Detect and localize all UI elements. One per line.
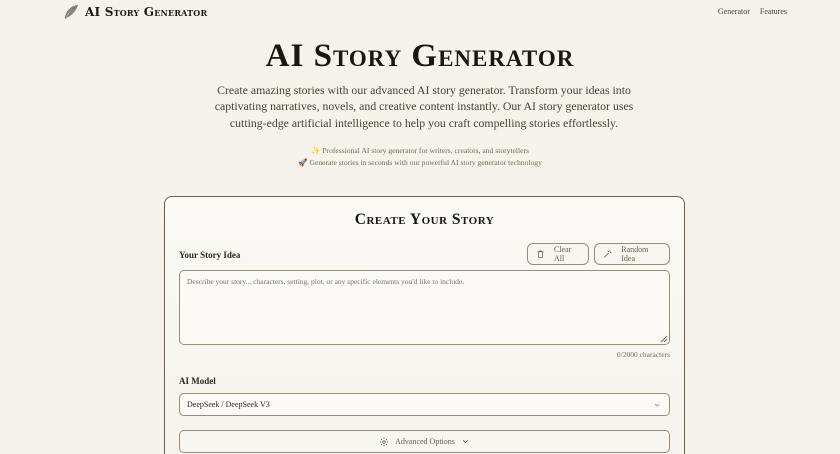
story-idea-textarea[interactable]: Describe your story... characters, setti… (179, 270, 670, 345)
logo-text: AI Story Generator (85, 5, 208, 19)
random-idea-button[interactable]: Random Idea (594, 243, 670, 265)
clear-all-button[interactable]: Clear All (527, 243, 589, 265)
hero-tag-professional: ✨ Professional AI story generator for wr… (310, 146, 529, 155)
ai-model-select[interactable]: DeepSeek / DeepSeek V3 (179, 393, 670, 416)
form-title: Create Your Story (354, 211, 495, 228)
ai-model-label: AI Model (179, 376, 216, 386)
magic-wand-icon (603, 250, 612, 258)
story-idea-placeholder: Describe your story... characters, setti… (187, 277, 465, 286)
advanced-options-label: Advanced Options (395, 437, 455, 446)
trash-icon (537, 250, 544, 258)
hero-description: Create amazing stories with our advanced… (214, 83, 634, 130)
hero-tag-speed: 🚀 Generate stories in seconds with our p… (298, 157, 542, 167)
resize-handle-icon[interactable] (660, 335, 668, 343)
top-nav: Generator Features (718, 7, 787, 16)
nav-features-link[interactable]: Features (760, 7, 787, 16)
story-idea-label: Your Story Idea (179, 250, 241, 260)
chevron-down-icon (654, 403, 660, 407)
char-counter: 0/2000 characters (616, 350, 670, 359)
nav-generator-link[interactable]: Generator (718, 7, 750, 16)
random-idea-label: Random Idea (621, 245, 649, 263)
settings-icon (379, 437, 389, 446)
hero-title: AI Story Generator (265, 38, 575, 74)
hero-tags: ✨ Professional AI story generator for wr… (0, 145, 840, 168)
site-header: AI Story Generator Generator Features (0, 0, 840, 26)
story-form-card: Create Your Story Your Story Idea Clear … (164, 196, 685, 454)
clear-all-label: Clear All (553, 245, 572, 263)
advanced-options-toggle[interactable]: Advanced Options (179, 430, 670, 453)
quill-icon (64, 4, 79, 20)
chevron-down-icon (462, 440, 468, 444)
logo[interactable]: AI Story Generator (62, 3, 207, 21)
ai-model-value: DeepSeek / DeepSeek V3 (187, 400, 270, 409)
